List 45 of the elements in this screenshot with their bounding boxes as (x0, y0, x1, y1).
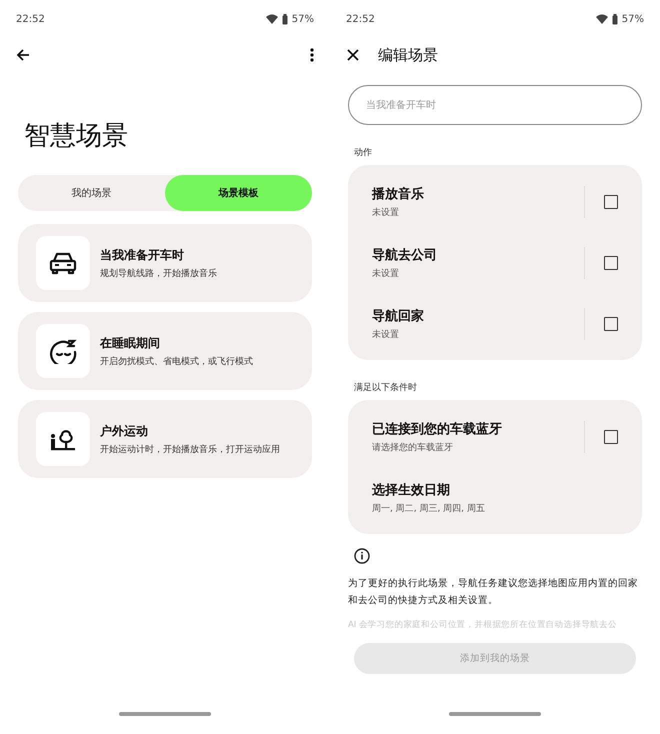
info-text: 为了更好的执行此场景，导航任务建议您选择地图应用内置的回家和去公司的快捷方式及相关设置。 (348, 577, 639, 608)
clock-time: 22:52 (16, 14, 45, 24)
sleeping-face-icon (48, 338, 78, 364)
back-icon[interactable] (16, 48, 30, 62)
battery-icon (612, 14, 618, 24)
row-title[interactable]: 播放音乐 (372, 184, 584, 202)
card-subtitle: 开始运动计时，开始播放音乐，打开运动应用 (100, 444, 280, 456)
row-title[interactable]: 选择生效日期 (372, 480, 618, 498)
battery-level: 57% (622, 14, 644, 24)
wifi-icon (266, 14, 278, 24)
card-subtitle: 规划导航线路，开始播放音乐 (100, 268, 217, 280)
screen-title: 编辑场景 (378, 46, 438, 64)
name-field[interactable]: 当我准备开车时 (348, 85, 642, 125)
row-subtitle: 请选择您的车载蓝牙 (372, 442, 454, 454)
row-subtitle: 周一, 周二, 周三, 周四, 周五 (372, 502, 486, 514)
battery-level: 57% (292, 14, 314, 24)
template-card[interactable]: 当我准备开车时 规划导航线路，开始播放音乐 (18, 224, 312, 302)
checkbox[interactable] (604, 194, 618, 208)
close-icon[interactable] (346, 48, 360, 62)
checkbox[interactable] (604, 430, 618, 444)
clock-time: 22:52 (346, 14, 375, 24)
section-label: 动作 (354, 146, 373, 159)
tab[interactable]: 我的场景 (18, 175, 165, 211)
row-subtitle: 未设置 (372, 206, 400, 218)
card-subtitle: 开启勿扰模式、省电模式，或飞行模式 (100, 356, 253, 368)
template-card[interactable]: 在睡眠期间 开启勿扰模式、省电模式，或飞行模式 (18, 312, 312, 390)
more-menu-icon[interactable] (310, 48, 314, 62)
card-title: 户外运动 (100, 422, 149, 440)
section-label: 满足以下条件时 (354, 382, 418, 394)
card-title: 在睡眠期间 (100, 334, 161, 352)
checkbox[interactable] (604, 256, 618, 270)
row-title[interactable]: 导航去公司 (372, 246, 584, 264)
row-title[interactable]: 导航回家 (372, 306, 584, 324)
car-icon (48, 250, 78, 276)
battery-icon (282, 14, 288, 24)
template-card[interactable]: 户外运动 开始运动计时，开始播放音乐，打开运动应用 (18, 400, 312, 478)
page-title: 智慧场景 (24, 120, 129, 153)
checkbox[interactable] (604, 316, 618, 330)
card-title: 当我准备开车时 (100, 246, 185, 264)
wifi-icon (596, 14, 608, 24)
tab[interactable]: 场景模板 (165, 175, 312, 211)
row-title[interactable]: 已连接到您的车载蓝牙 (372, 420, 584, 438)
row-subtitle: 未设置 (372, 268, 400, 280)
info-icon (354, 548, 370, 564)
row-subtitle: 未设置 (372, 328, 400, 340)
